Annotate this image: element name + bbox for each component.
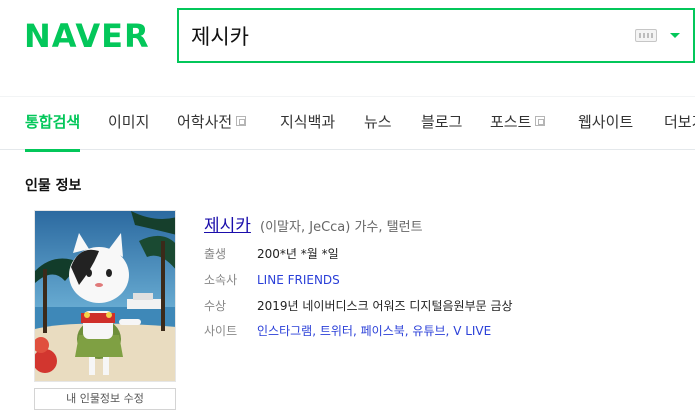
edit-profile-button[interactable]: 내 인물정보 수정 (34, 388, 176, 410)
tab-website[interactable]: 웹사이트 (578, 111, 633, 133)
tab-label: 어학사전 (177, 113, 233, 131)
info-row-award: 수상 2019년 네이버디스크 어워즈 디지털음원부문 금상 (204, 297, 513, 315)
keyboard-icon[interactable] (635, 29, 657, 42)
header: NAVER (0, 0, 695, 95)
info-row-site: 사이트 인스타그램, 트위터, 페이스북, 유튜브, V LIVE (204, 322, 491, 340)
info-key: 출생 (204, 247, 227, 261)
tab-label: 포스트 (490, 113, 532, 131)
agency-link[interactable]: LINE FRIENDS (257, 273, 340, 287)
naver-logo[interactable]: NAVER (24, 18, 150, 54)
info-key: 수상 (204, 299, 227, 313)
tab-label: 이미지 (108, 113, 150, 131)
person-name-line: 제시카 (이말자, JeCca) 가수, 탤런트 (204, 211, 423, 236)
info-value: 200*년 *월 *일 (257, 247, 339, 261)
person-name-subtitle: (이말자, JeCca) 가수, 탤런트 (260, 220, 423, 235)
person-name-link[interactable]: 제시카 (204, 216, 251, 236)
tab-blog[interactable]: 블로그 (421, 111, 462, 133)
separator: , (352, 324, 361, 338)
tab-label: 지식백과 (280, 113, 336, 131)
tab-images[interactable]: 이미지 (108, 111, 149, 133)
search-input[interactable] (191, 22, 591, 50)
profile-illustration (35, 211, 175, 381)
site-link-twitter[interactable]: 트위터 (320, 324, 353, 338)
info-key: 사이트 (204, 324, 238, 338)
tab-encyclopedia[interactable]: 지식백과 (280, 111, 335, 133)
info-value: 2019년 네이버디스크 어워즈 디지털음원부문 금상 (257, 299, 513, 313)
site-link-youtube[interactable]: 유튜브 (412, 324, 445, 338)
section-title: 인물 정보 (25, 178, 82, 194)
tab-label: 웹사이트 (578, 113, 634, 131)
site-link-instagram[interactable]: 인스타그램 (257, 324, 312, 338)
tab-label: 블로그 (421, 113, 463, 131)
tab-integrated-search[interactable]: 통합검색 (25, 111, 81, 152)
info-row-birth: 출생 200*년 *월 *일 (204, 245, 339, 263)
info-key: 소속사 (204, 273, 238, 287)
external-link-icon (535, 116, 546, 126)
external-link-icon (236, 116, 247, 126)
site-link-facebook[interactable]: 페이스북 (361, 324, 405, 338)
site-link-vlive[interactable]: V LIVE (453, 324, 491, 338)
tab-label: 통합검색 (25, 113, 81, 131)
search-tabs: 통합검색 이미지 어학사전 지식백과 뉴스 블로그 포스트 웹사이트 더보기 (0, 96, 695, 152)
tab-dictionary[interactable]: 어학사전 (177, 111, 247, 133)
tab-label: 뉴스 (364, 113, 392, 131)
profile-photo[interactable] (34, 210, 176, 382)
info-row-agency: 소속사 LINE FRIENDS (204, 271, 340, 289)
search-box[interactable] (177, 8, 695, 63)
tab-label: 더보기 (664, 113, 695, 131)
chevron-down-icon[interactable] (670, 33, 680, 38)
tab-news[interactable]: 뉴스 (364, 111, 392, 133)
separator: , (312, 324, 320, 338)
tab-more[interactable]: 더보기 (664, 111, 695, 133)
tab-post[interactable]: 포스트 (490, 111, 546, 133)
